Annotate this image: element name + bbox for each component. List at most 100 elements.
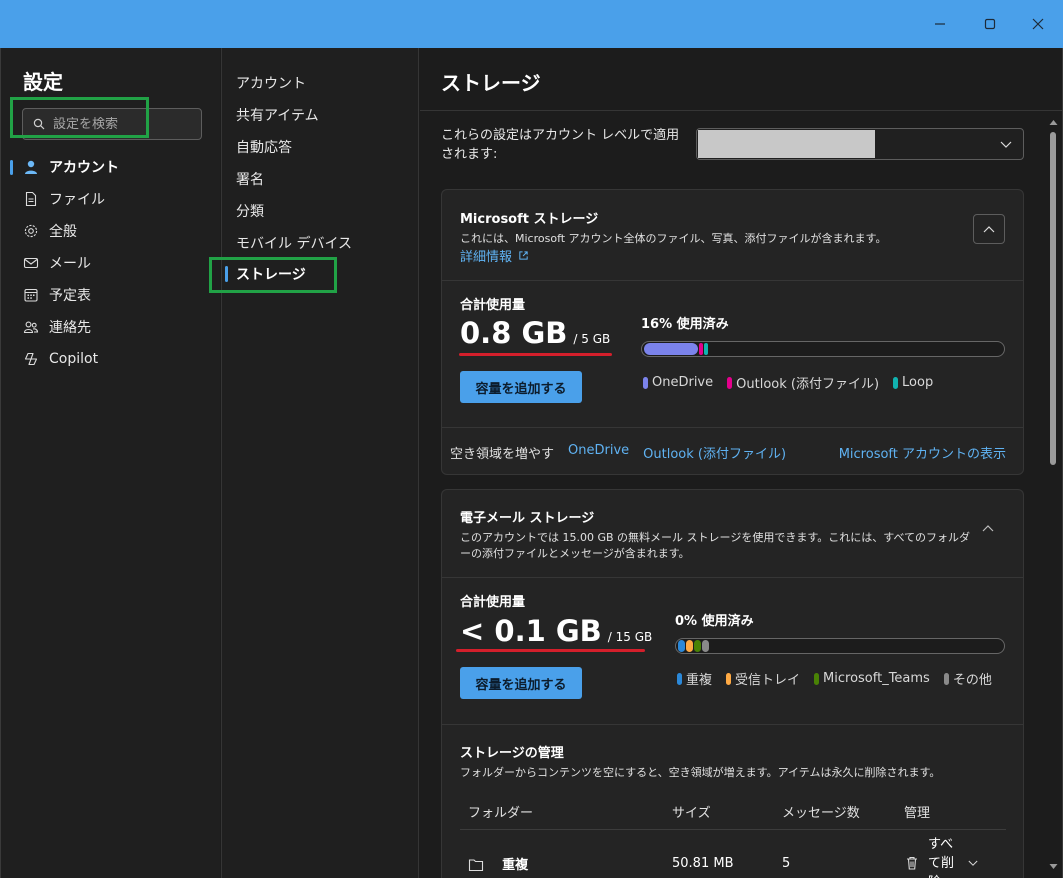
title-bar [0, 0, 1063, 48]
legend-swatch [727, 376, 733, 389]
microsoft-storage-title: Microsoft ストレージ [460, 212, 599, 227]
add-storage-button[interactable]: 容量を追加する [460, 667, 582, 699]
settings-title: 設定 [23, 70, 63, 94]
person-icon [23, 159, 39, 175]
legend-label: Outlook (添付ファイル) [736, 377, 880, 392]
scrollbar-thumb[interactable] [1050, 132, 1056, 465]
table-header-row: フォルダー サイズ メッセージ数 管理 [460, 795, 1006, 830]
minimize-button[interactable] [925, 10, 955, 38]
scroll-up-arrow-icon[interactable] [1049, 119, 1058, 126]
email-storage-description: このアカウントでは 15.00 GB の無料メール ストレージを使用できます。こ… [460, 531, 971, 560]
manage-storage-title: ストレージの管理 [460, 746, 564, 761]
free-outlook-link[interactable]: Outlook (添付ファイル) [643, 443, 786, 462]
column-header-folder: フォルダー [460, 795, 664, 830]
total-usage-label: 合計使用量 [460, 595, 526, 610]
storage-quota: / 15 GB [607, 630, 653, 644]
legend-swatch [814, 672, 820, 685]
close-button[interactable] [1023, 10, 1053, 38]
sidebar-item-label: メール [49, 256, 91, 272]
usage-bar-segment [686, 640, 693, 652]
sidebar-item-general[interactable]: 全般 [1, 215, 220, 247]
sidebar-item-label: アカウント [49, 160, 119, 176]
title-divider [420, 110, 1062, 111]
subnav-item-storage[interactable]: ストレージ [225, 264, 306, 284]
maximize-button[interactable] [975, 10, 1005, 38]
legend-item-inbox: 受信トレイ [726, 669, 800, 688]
legend-label: OneDrive [652, 375, 714, 390]
legend-label: Microsoft_Teams [823, 671, 930, 686]
folder-name: 重複 [502, 857, 529, 873]
legend-item-loop: Loop [893, 373, 933, 392]
subnav-item-mobile-devices[interactable]: モバイル デバイス [236, 233, 352, 253]
view-microsoft-account-link[interactable]: Microsoft アカウントの表示 [839, 443, 1006, 462]
account-level-note: これらの設定はアカウント レベルで適用されます: [441, 128, 680, 162]
delete-all-action[interactable]: すべて削除 [904, 835, 1006, 878]
free-up-space-label: 空き領域を増やす [450, 447, 555, 462]
sidebar-item-label: 連絡先 [49, 320, 91, 336]
legend-item-teams: Microsoft_Teams [814, 669, 930, 688]
external-link-icon [519, 251, 528, 260]
collapse-microsoft-storage-button[interactable] [973, 214, 1005, 244]
people-icon [23, 319, 39, 335]
microsoft-storage-card: Microsoft ストレージ これには、Microsoft アカウント全体のフ… [441, 189, 1024, 475]
column-header-count: メッセージ数 [774, 795, 896, 830]
folder-table: フォルダー サイズ メッセージ数 管理 重複 50.81 MB 5 すべて削 [460, 795, 1006, 878]
page-title: ストレージ [441, 71, 541, 95]
vertical-scrollbar[interactable] [1045, 111, 1062, 878]
subnav-item-account[interactable]: アカウント [236, 73, 306, 93]
collapse-email-storage-button[interactable] [978, 518, 998, 538]
account-subnav: アカウント 共有アイテム 自動応答 署名 分類 モバイル デバイス ストレージ [221, 48, 419, 878]
delete-all-label: すべて削除 [928, 836, 955, 878]
subnav-item-auto-reply[interactable]: 自動応答 [236, 137, 292, 157]
sidebar-item-contacts[interactable]: 連絡先 [1, 311, 220, 343]
storage-panel: ストレージ これらの設定はアカウント レベルで適用されます: Microsoft… [420, 48, 1062, 878]
settings-search-input[interactable] [53, 116, 183, 132]
free-up-space-row: 空き領域を増やす OneDrive Outlook (添付ファイル) [450, 443, 800, 462]
total-usage-label: 合計使用量 [460, 298, 526, 313]
legend-swatch [726, 672, 732, 685]
email-storage-title: 電子メール ストレージ [460, 511, 595, 526]
chevron-down-icon [1000, 141, 1012, 148]
redacted-account-name [698, 130, 875, 158]
mail-icon [23, 255, 39, 271]
subnav-item-categories[interactable]: 分類 [236, 201, 264, 221]
trash-icon [907, 857, 917, 870]
sidebar-item-mail[interactable]: メール [1, 247, 220, 279]
settings-search-box[interactable] [22, 108, 202, 140]
chevron-up-icon [983, 226, 995, 233]
file-icon [23, 191, 39, 207]
account-dropdown[interactable] [696, 128, 1024, 160]
sidebar-item-label: 全般 [49, 224, 77, 240]
subnav-item-signature[interactable]: 署名 [236, 169, 264, 189]
scroll-down-arrow-icon[interactable] [1049, 863, 1058, 870]
sidebar-item-label: 予定表 [49, 288, 91, 304]
card-divider [442, 280, 1023, 281]
add-storage-button[interactable]: 容量を追加する [460, 371, 582, 403]
legend-swatch [677, 672, 682, 685]
manage-storage-description: フォルダーからコンテンツを空にすると、空き領域が増えます。アイテムは永久に削除さ… [460, 766, 941, 779]
learn-more-link[interactable]: 詳細情報 [460, 246, 529, 265]
sidebar-item-files[interactable]: ファイル [1, 183, 220, 215]
minimize-icon [935, 23, 945, 25]
microsoft-storage-description: これには、Microsoft アカウント全体のファイル、写真、添付ファイルが含ま… [460, 232, 887, 245]
sidebar-nav: アカウント ファイル 全般 メール 予定表 連絡先 Copilot [1, 151, 220, 375]
legend-item-outlook: Outlook (添付ファイル) [727, 373, 879, 392]
storage-usage-bar [641, 341, 1005, 357]
sidebar-item-calendar[interactable]: 予定表 [1, 279, 220, 311]
storage-legend: OneDrive Outlook (添付ファイル) Loop [643, 373, 947, 392]
count-cell: 5 [782, 855, 791, 871]
settings-sidebar: 設定 アカウント ファイル 全般 メール 予定表 連絡先 [1, 48, 220, 878]
sidebar-item-account[interactable]: アカウント [1, 151, 220, 183]
usage-bar-segment [702, 640, 709, 652]
legend-swatch [893, 376, 899, 389]
column-header-size: サイズ [664, 795, 774, 830]
learn-more-label: 詳細情報 [460, 250, 513, 265]
usage-bar-segment [694, 640, 701, 652]
card-divider [442, 427, 1023, 428]
subnav-item-shared[interactable]: 共有アイテム [236, 105, 319, 125]
sidebar-item-copilot[interactable]: Copilot [1, 343, 220, 375]
total-usage-amount: 0.8 GB [460, 316, 568, 350]
email-storage-legend: 重複 受信トレイ Microsoft_Teams その他 [677, 669, 1006, 688]
free-onedrive-link[interactable]: OneDrive [568, 443, 629, 462]
percent-used-label: 16% 使用済み [641, 317, 729, 332]
